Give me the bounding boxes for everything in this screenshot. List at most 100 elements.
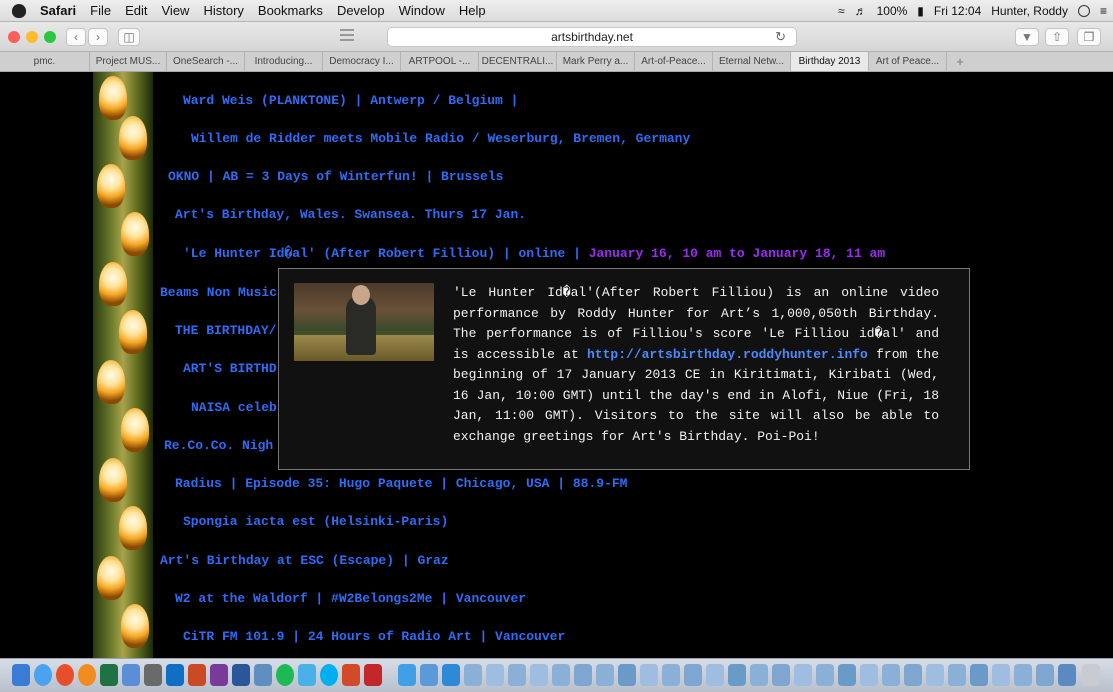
menu-history[interactable]: History: [203, 3, 243, 18]
event-link[interactable]: Re.Co.Co. Nigh: [164, 438, 273, 453]
document-icon[interactable]: [574, 664, 592, 686]
powerpoint-icon[interactable]: [188, 664, 206, 686]
event-link[interactable]: THE BIRTHDAY/: [175, 323, 276, 338]
address-bar[interactable]: artsbirthday.net ↻: [387, 27, 797, 47]
menu-file[interactable]: File: [90, 3, 111, 18]
document-icon[interactable]: [1036, 664, 1054, 686]
document-icon[interactable]: [486, 664, 504, 686]
minimize-window-button[interactable]: [26, 31, 38, 43]
document-icon[interactable]: [684, 664, 702, 686]
app-icon[interactable]: [342, 664, 360, 686]
event-link[interactable]: 'Le Hunter Id�al' (After Robert Filliou)…: [183, 246, 885, 261]
document-icon[interactable]: [772, 664, 790, 686]
event-link[interactable]: Art's Birthday at ESC (Escape) | Graz: [160, 553, 449, 568]
clock[interactable]: Fri 12:04: [934, 4, 981, 18]
document-icon[interactable]: [860, 664, 878, 686]
firefox-icon[interactable]: [78, 664, 96, 686]
tab-introducing[interactable]: Introducing...: [245, 52, 323, 71]
forward-button[interactable]: ›: [88, 28, 108, 46]
document-icon[interactable]: [706, 664, 724, 686]
document-icon[interactable]: [992, 664, 1010, 686]
excel-icon[interactable]: [100, 664, 118, 686]
word-icon[interactable]: [232, 664, 250, 686]
battery-percent[interactable]: 100%: [877, 4, 908, 18]
sidebar-toggle-icon[interactable]: ◫: [118, 28, 140, 46]
document-icon[interactable]: [816, 664, 834, 686]
document-icon[interactable]: [640, 664, 658, 686]
tab-eternal-network[interactable]: Eternal Netw...: [713, 52, 791, 71]
tab-artpool[interactable]: ARTPOOL -...: [401, 52, 479, 71]
zoom-window-button[interactable]: [44, 31, 56, 43]
document-icon[interactable]: [794, 664, 812, 686]
event-link[interactable]: Willem de Ridder meets Mobile Radio / We…: [191, 131, 690, 146]
app-icon[interactable]: [144, 664, 162, 686]
menu-window[interactable]: Window: [399, 3, 445, 18]
volume-icon[interactable]: ♬: [855, 4, 867, 18]
menu-app-safari[interactable]: Safari: [40, 3, 76, 18]
new-tab-button[interactable]: +: [947, 52, 973, 71]
onenote-icon[interactable]: [210, 664, 228, 686]
tab-birthday-2013[interactable]: Birthday 2013: [791, 52, 869, 71]
tab-art-of-peace[interactable]: Art-of-Peace...: [635, 52, 713, 71]
document-icon[interactable]: [1058, 664, 1076, 686]
apple-icon[interactable]: [12, 3, 26, 18]
event-link[interactable]: Art's Birthday, Wales. Swansea. Thurs 17…: [175, 207, 526, 222]
cloud-app-icon[interactable]: [298, 664, 316, 686]
document-icon[interactable]: [750, 664, 768, 686]
event-link[interactable]: Ward Weis (PLANKTONE) | Antwerp / Belgiu…: [183, 93, 518, 108]
document-icon[interactable]: [926, 664, 944, 686]
menu-view[interactable]: View: [162, 3, 190, 18]
document-icon[interactable]: [1014, 664, 1032, 686]
tab-onesearch[interactable]: OneSearch -...: [167, 52, 245, 71]
tab-project-muse[interactable]: Project MUS...: [90, 52, 167, 71]
messages-icon[interactable]: [122, 664, 140, 686]
document-icon[interactable]: [508, 664, 526, 686]
event-link[interactable]: OKNO | AB = 3 Days of Winterfun! | Bruss…: [168, 169, 503, 184]
event-link[interactable]: NAISA celeb: [191, 400, 277, 415]
document-icon[interactable]: [948, 664, 966, 686]
folder-icon[interactable]: [442, 664, 460, 686]
skype-icon[interactable]: [320, 664, 338, 686]
finder-icon[interactable]: [12, 664, 30, 686]
menu-develop[interactable]: Develop: [337, 3, 385, 18]
reload-icon[interactable]: ↻: [775, 28, 786, 46]
document-icon[interactable]: [904, 664, 922, 686]
event-link[interactable]: Beams Non Music: [160, 285, 277, 300]
tab-democracy[interactable]: Democracy I...: [323, 52, 401, 71]
cloud-folder-icon[interactable]: [398, 664, 416, 686]
event-link[interactable]: Spongia iacta est (Helsinki-Paris): [183, 514, 448, 529]
event-link[interactable]: Radius | Episode 35: Hugo Paquete | Chic…: [175, 476, 627, 491]
battery-icon[interactable]: ▮: [917, 4, 924, 18]
share-button[interactable]: ⇧: [1045, 28, 1069, 46]
document-icon[interactable]: [552, 664, 570, 686]
user-name[interactable]: Hunter, Roddy: [991, 4, 1068, 18]
chrome-icon[interactable]: [56, 664, 74, 686]
event-link[interactable]: ART'S BIRTHD: [183, 361, 277, 376]
document-icon[interactable]: [464, 664, 482, 686]
document-icon[interactable]: [530, 664, 548, 686]
spotify-icon[interactable]: [276, 664, 294, 686]
menu-bookmarks[interactable]: Bookmarks: [258, 3, 323, 18]
document-icon[interactable]: [662, 664, 680, 686]
app-icon[interactable]: [254, 664, 272, 686]
acrobat-icon[interactable]: [364, 664, 382, 686]
document-icon[interactable]: [882, 664, 900, 686]
event-link[interactable]: W2 at the Waldorf | #W2Belongs2Me | Vanc…: [175, 591, 526, 606]
spotlight-search-icon[interactable]: [1077, 5, 1090, 17]
document-icon[interactable]: [838, 664, 856, 686]
event-link[interactable]: CiTR FM 101.9 | 24 Hours of Radio Art | …: [183, 629, 565, 644]
downloads-button[interactable]: ▼: [1015, 28, 1039, 46]
trash-icon[interactable]: [1082, 664, 1100, 686]
document-icon[interactable]: [618, 664, 636, 686]
outlook-icon[interactable]: [166, 664, 184, 686]
popup-link[interactable]: http://artsbirthday.roddyhunter.info: [587, 347, 868, 362]
tab-decentrali[interactable]: DECENTRALI...: [479, 52, 557, 71]
tab-mark-perry[interactable]: Mark Perry a...: [557, 52, 635, 71]
app-icon[interactable]: [420, 664, 438, 686]
document-icon[interactable]: [728, 664, 746, 686]
safari-icon[interactable]: [34, 664, 52, 686]
close-window-button[interactable]: [8, 31, 20, 43]
notification-center-icon[interactable]: ≡: [1100, 4, 1107, 18]
reader-view-icon[interactable]: [340, 29, 354, 41]
back-button[interactable]: ‹: [66, 28, 86, 46]
